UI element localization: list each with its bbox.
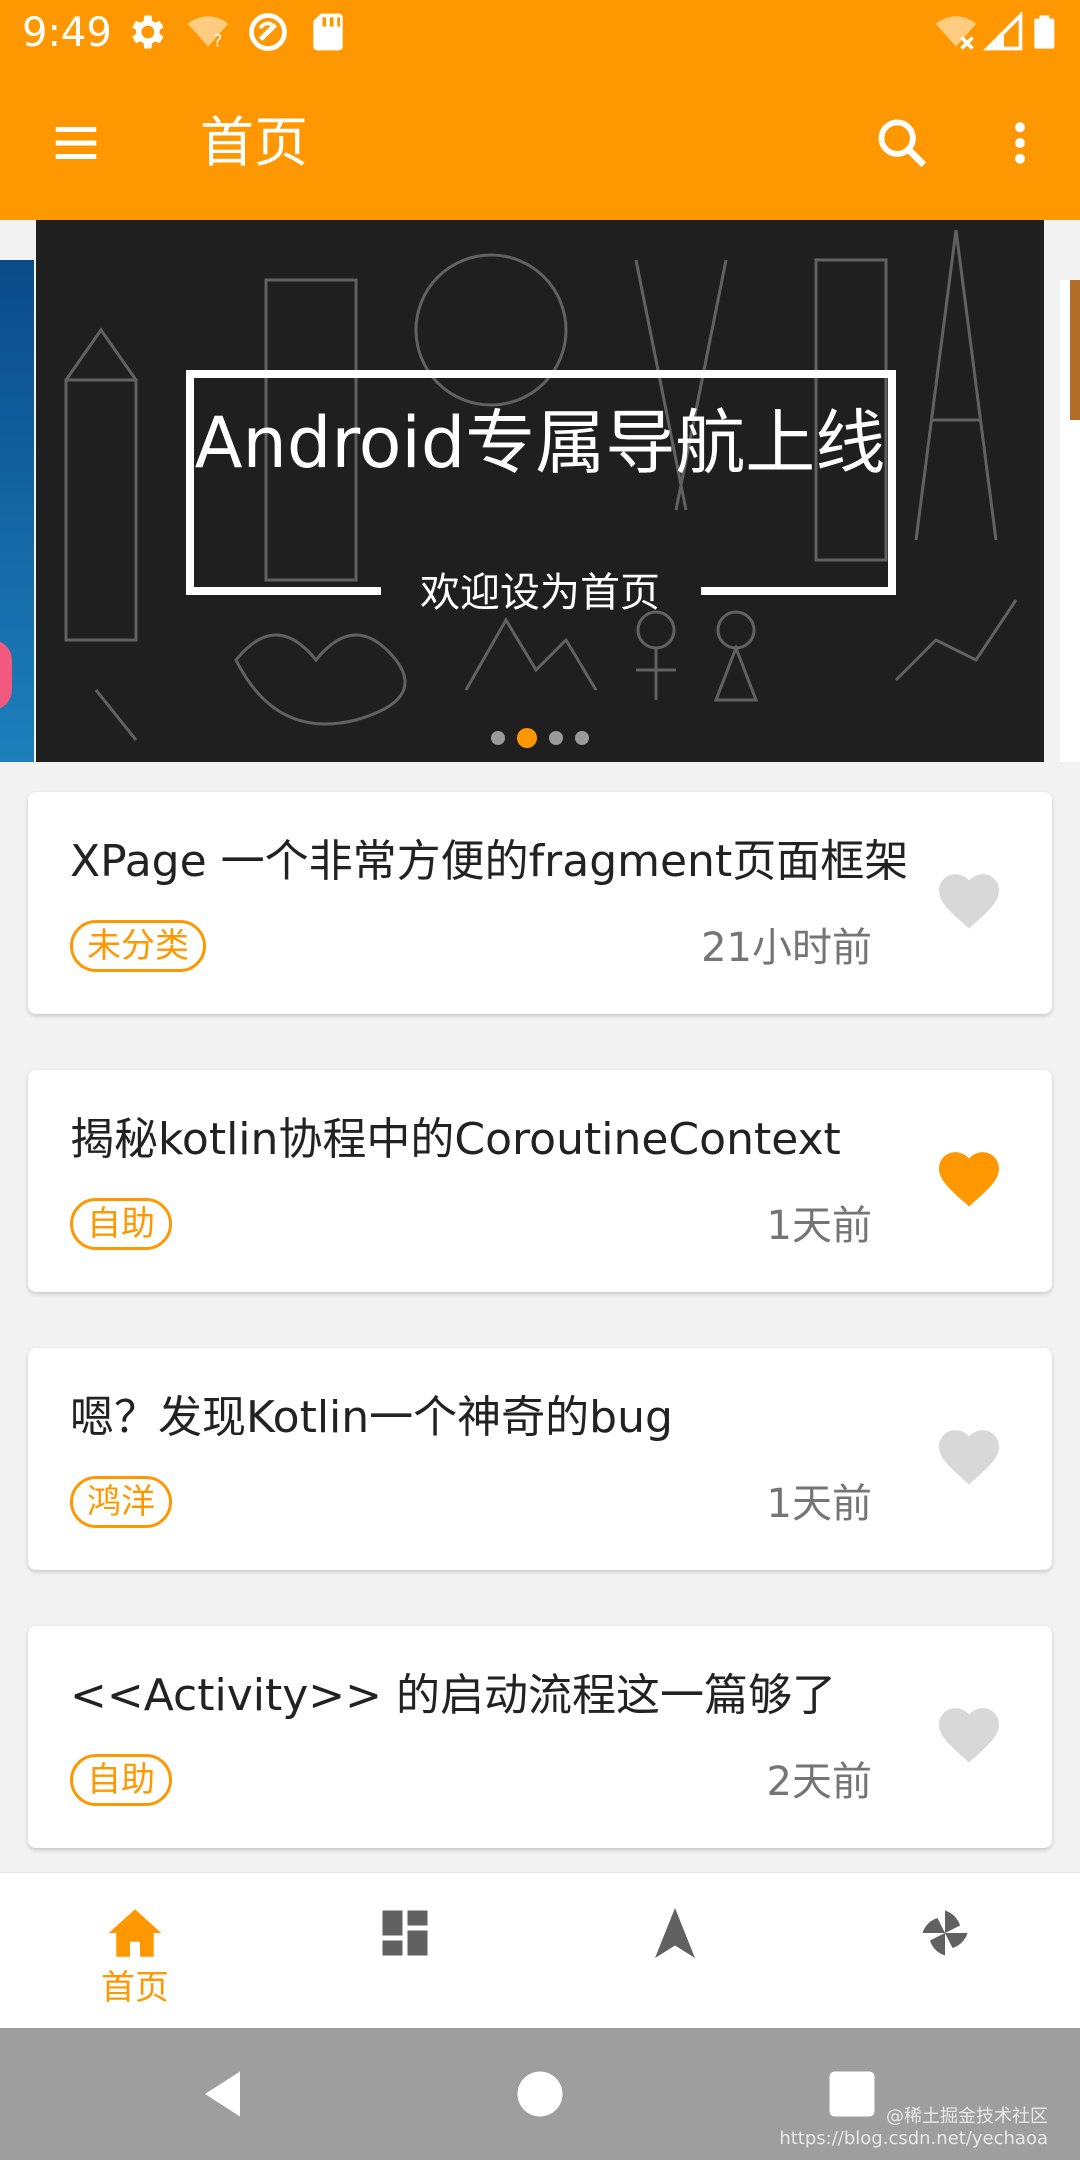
heart-icon[interactable] (936, 1148, 1002, 1208)
screen: 9:49 ? 首页 Android专属导航上线 欢迎设为首页 XPage 一个非… (0, 0, 1080, 2160)
carousel-dot[interactable] (575, 731, 589, 745)
heart-icon[interactable] (936, 870, 1002, 930)
home-circle-icon[interactable] (510, 2064, 570, 2124)
more-button[interactable] (988, 111, 1052, 175)
home-icon (108, 1909, 162, 1957)
bottom-navigation: 首页 (0, 1872, 1080, 2028)
article-title: 嗯？发现Kotlin一个神奇的bug (70, 1392, 673, 1443)
watermark-line1: @稀土掘金技术社区 (886, 2106, 1048, 2127)
wifi-question-icon: ? (187, 16, 229, 51)
search-icon (878, 119, 927, 168)
banner-carousel[interactable]: Android专属导航上线 欢迎设为首页 (0, 220, 1080, 762)
article-title: <<Activity>> 的启动流程这一篇够了 (70, 1670, 837, 1721)
nav-item-dashboard[interactable] (270, 1873, 540, 2029)
banner-subtitle: 欢迎设为首页 (420, 570, 660, 616)
page-title: 首页 (200, 111, 308, 174)
next-banner-decoration (1070, 280, 1080, 420)
sync-icon (249, 13, 287, 51)
system-navigation-bar: @稀土掘金技术社区 https://blog.csdn.net/yechaoa (0, 2028, 1080, 2160)
signal-icon (983, 11, 1023, 51)
pinwheel-icon (922, 1910, 968, 1956)
app-toolbar: 首页 (0, 66, 1080, 220)
status-time: 9:49 (22, 10, 112, 56)
battery-icon (1034, 15, 1055, 49)
watermark: @稀土掘金技术社区 https://blog.csdn.net/yechaoa (779, 2106, 1048, 2150)
nav-label-home: 首页 (101, 1968, 169, 2008)
article-card[interactable]: 嗯？发现Kotlin一个神奇的bug 鸿洋 1天前 (28, 1348, 1052, 1570)
article-title: XPage 一个非常方便的fragment页面框架 (70, 836, 909, 887)
article-title: 揭秘kotlin协程中的CoroutineContext (70, 1114, 841, 1165)
sd-card-icon (313, 13, 343, 51)
article-card[interactable]: <<Activity>> 的启动流程这一篇够了 自助 2天前 (28, 1626, 1052, 1848)
carousel-indicator (36, 728, 1044, 748)
back-icon[interactable] (195, 2064, 255, 2124)
nav-item-pinwheel[interactable] (810, 1873, 1080, 2029)
article-tag[interactable]: 鸿洋 (70, 1476, 172, 1528)
navigation-icon (655, 1908, 695, 1958)
article-tag[interactable]: 未分类 (70, 920, 206, 972)
gear-icon (132, 15, 164, 49)
article-tag[interactable]: 自助 (70, 1754, 172, 1806)
article-tag[interactable]: 自助 (70, 1198, 172, 1250)
wifi-off-icon (935, 16, 977, 50)
status-bar: 9:49 ? (0, 0, 1080, 66)
carousel-dot[interactable] (491, 731, 505, 745)
article-time: 2天前 (766, 1759, 872, 1805)
banner-slide[interactable]: Android专属导航上线 欢迎设为首页 (36, 220, 1044, 762)
more-vert-icon (1015, 122, 1025, 164)
nav-item-navigation[interactable] (540, 1873, 810, 2029)
search-button[interactable] (870, 111, 934, 175)
nav-item-home[interactable]: 首页 (0, 1873, 270, 2029)
article-card[interactable]: XPage 一个非常方便的fragment页面框架 未分类 21小时前 (28, 792, 1052, 1014)
article-time: 21小时前 (701, 925, 872, 971)
svg-text:?: ? (214, 32, 223, 51)
banner-title: Android专属导航上线 (194, 402, 886, 484)
carousel-dot-active[interactable] (517, 728, 537, 748)
heart-icon[interactable] (936, 1426, 1002, 1486)
carousel-dot[interactable] (549, 731, 563, 745)
menu-icon (55, 127, 97, 159)
article-card[interactable]: 揭秘kotlin协程中的CoroutineContext 自助 1天前 (28, 1070, 1052, 1292)
heart-icon[interactable] (936, 1704, 1002, 1764)
dashboard-icon (382, 1910, 428, 1956)
watermark-line2: https://blog.csdn.net/yechaoa (779, 2128, 1048, 2149)
article-time: 1天前 (766, 1481, 872, 1527)
menu-button[interactable] (44, 111, 108, 175)
article-time: 1天前 (766, 1203, 872, 1249)
